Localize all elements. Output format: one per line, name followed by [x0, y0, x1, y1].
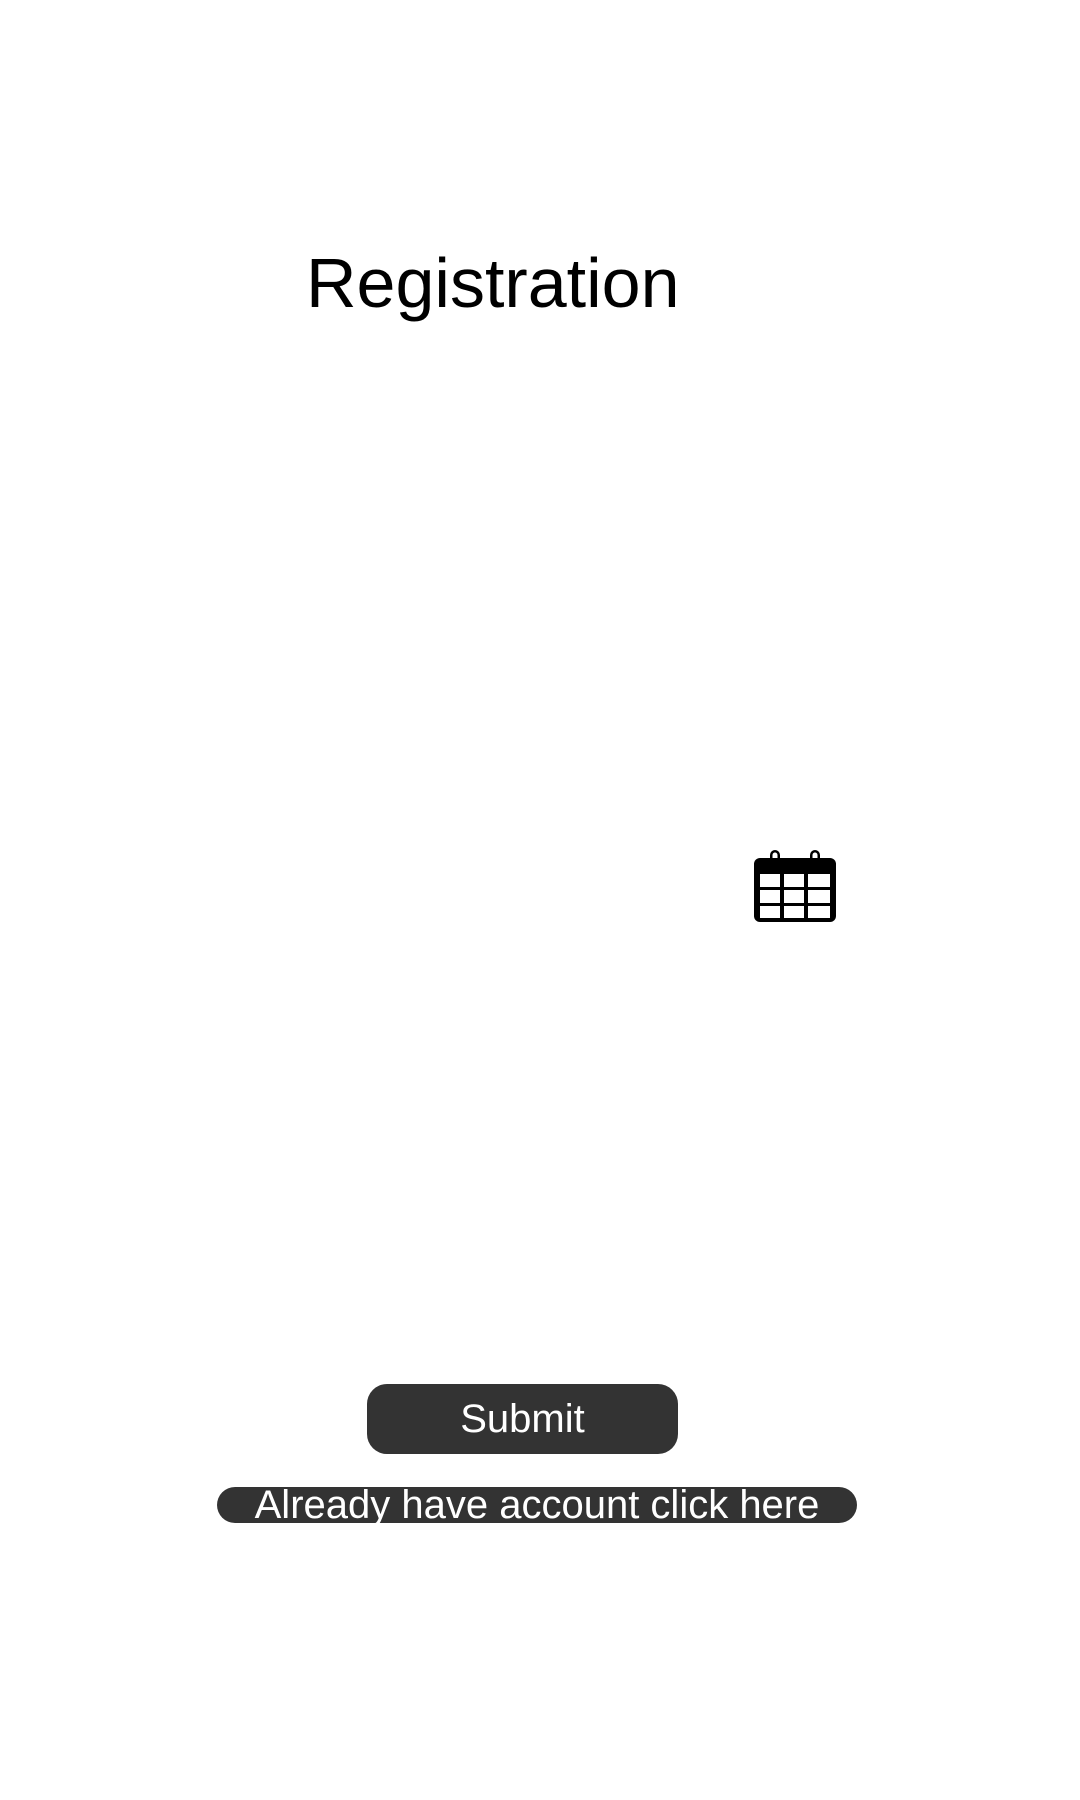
date-picker-button[interactable] [752, 848, 838, 924]
already-have-account-link[interactable]: Already have account click here [217, 1487, 857, 1523]
submit-button[interactable]: Submit [367, 1384, 678, 1454]
page-title: Registration [306, 244, 680, 322]
calendar-icon [754, 850, 836, 922]
